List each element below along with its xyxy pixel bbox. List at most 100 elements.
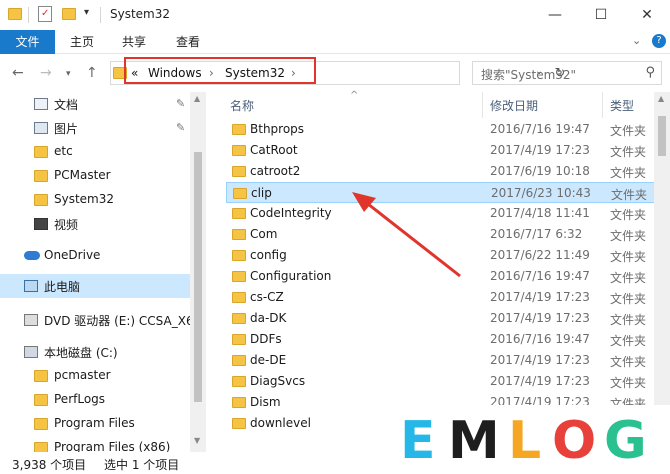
file-date: 2016/7/16 19:47 (490, 122, 590, 136)
navigation-bar: ← → ▾ ↑ « Windows › System32 › ⌄ ↻ 搜索"Sy… (0, 54, 670, 92)
file-name: Bthprops (250, 122, 305, 136)
nav-item-program-files-x86[interactable]: Program Files (x86) (0, 436, 190, 452)
column-header-name[interactable]: 名称 (230, 97, 254, 114)
chevron-down-icon[interactable]: ⌄ (632, 34, 641, 47)
tab-file[interactable]: 文件 (0, 30, 55, 54)
folder-icon (34, 194, 48, 206)
file-type: 文件夹 (610, 313, 647, 327)
table-row[interactable]: DiagSvcs 2017/4/19 17:23 文件夹 (226, 371, 656, 392)
nav-item-etc[interactable]: etc (0, 140, 190, 164)
folder-icon (34, 418, 48, 430)
folder-icon (232, 250, 246, 261)
file-list: ^ 名称 修改日期 类型 Bthprops 2016/7/16 19:47 文件夹 C… (206, 90, 670, 452)
pictures-icon (34, 122, 48, 134)
table-row[interactable]: de-DE 2017/4/19 17:23 文件夹 (226, 350, 656, 371)
nav-item-program-files[interactable]: Program Files (0, 412, 190, 436)
nav-item-documents[interactable]: 文档 ✎ (0, 92, 190, 116)
dvd-drive-icon (24, 314, 38, 326)
forward-arrow-icon[interactable]: → (40, 65, 52, 81)
watermark-letter: L (508, 411, 542, 471)
file-name: de-DE (250, 353, 287, 367)
file-name: cs-CZ (250, 290, 284, 304)
nav-item-label: DVD 驱动器 (E:) CCSA_X64 (44, 314, 202, 328)
column-header-type[interactable]: 类型 (610, 97, 634, 114)
table-row[interactable]: clip 2017/6/23 10:43 文件夹 (226, 182, 656, 203)
scroll-up-icon[interactable]: ▲ (194, 94, 200, 103)
nav-item-perflogs[interactable]: PerfLogs (0, 388, 190, 412)
scrollbar-thumb[interactable] (194, 152, 202, 402)
folder-icon (34, 170, 48, 182)
file-name: catroot2 (250, 164, 301, 178)
table-row[interactable]: Bthprops 2016/7/16 19:47 文件夹 (226, 119, 656, 140)
scroll-down-icon[interactable]: ▼ (194, 436, 200, 445)
nav-item-local-disk[interactable]: 本地磁盘 (C:) (0, 340, 190, 364)
tab-share[interactable]: 共享 (110, 30, 158, 54)
file-type: 文件夹 (610, 355, 647, 369)
table-row[interactable]: CatRoot 2017/4/19 17:23 文件夹 (226, 140, 656, 161)
table-row[interactable]: CodeIntegrity 2017/4/18 11:41 文件夹 (226, 203, 656, 224)
nav-item-pcmaster[interactable]: PCMaster (0, 164, 190, 188)
nav-item-label: pcmaster (54, 368, 111, 382)
file-name: CatRoot (250, 143, 298, 157)
nav-item-dvd-drive[interactable]: DVD 驱动器 (E:) CCSA_X64 (0, 308, 201, 332)
divider (28, 7, 29, 23)
search-input[interactable]: 搜索"System32" ⚲ (472, 61, 662, 85)
column-divider[interactable] (602, 92, 603, 118)
folder-icon (232, 313, 246, 324)
folder-icon (8, 8, 22, 20)
table-row[interactable]: config 2017/6/22 11:49 文件夹 (226, 245, 656, 266)
watermark-logo: E M L O G (378, 405, 670, 474)
pin-icon[interactable]: ✎ (176, 121, 185, 134)
nav-item-pcmaster-folder[interactable]: pcmaster (0, 364, 190, 388)
nav-item-label: System32 (54, 192, 115, 206)
table-row[interactable]: Com 2016/7/17 6:32 文件夹 (226, 224, 656, 245)
scrollbar-thumb[interactable] (658, 116, 666, 156)
file-type: 文件夹 (610, 334, 647, 348)
nav-item-videos[interactable]: 视频 (0, 212, 190, 236)
onedrive-icon (24, 251, 40, 260)
folder-icon (232, 166, 246, 177)
scroll-up-icon[interactable]: ▲ (658, 94, 664, 103)
nav-item-this-pc[interactable]: 此电脑 (0, 274, 190, 298)
nav-item-label: 文档 (54, 98, 79, 112)
tab-view[interactable]: 查看 (164, 30, 212, 54)
back-arrow-icon[interactable]: ← (12, 65, 24, 81)
folder-icon (232, 124, 246, 135)
file-scrollbar[interactable]: ▲ (654, 92, 670, 452)
folder-icon (232, 229, 246, 240)
documents-icon (34, 98, 48, 110)
table-row[interactable]: Configuration 2016/7/16 19:47 文件夹 (226, 266, 656, 287)
up-arrow-icon[interactable]: ↑ (86, 65, 98, 81)
new-folder-icon[interactable] (62, 8, 76, 20)
divider (100, 7, 101, 23)
column-header-date[interactable]: 修改日期 (490, 97, 538, 114)
close-button[interactable]: ✕ (624, 0, 670, 30)
customize-toolbar-icon[interactable]: ▾ (84, 7, 89, 18)
table-row[interactable]: DDFs 2016/7/16 19:47 文件夹 (226, 329, 656, 350)
file-date: 2017/4/18 11:41 (490, 206, 590, 220)
tab-home[interactable]: 主页 (58, 30, 106, 54)
nav-scrollbar[interactable]: ▲ ▼ (190, 92, 206, 452)
help-icon[interactable]: ? (652, 34, 666, 48)
nav-item-system32[interactable]: System32 (0, 188, 190, 212)
this-pc-icon (24, 280, 38, 292)
table-row[interactable]: catroot2 2017/6/19 10:18 文件夹 (226, 161, 656, 182)
file-name: downlevel (250, 416, 311, 430)
file-date: 2016/7/17 6:32 (490, 227, 583, 241)
pin-icon[interactable]: ✎ (176, 97, 185, 110)
nav-item-label: 此电脑 (44, 280, 81, 294)
nav-item-pictures[interactable]: 图片 ✎ (0, 116, 190, 140)
file-date: 2016/7/16 19:47 (490, 332, 590, 346)
maximize-button[interactable]: ☐ (578, 0, 624, 30)
table-row[interactable]: cs-CZ 2017/4/19 17:23 文件夹 (226, 287, 656, 308)
table-row[interactable]: da-DK 2017/4/19 17:23 文件夹 (226, 308, 656, 329)
folder-icon (232, 397, 246, 408)
watermark-letter: E (400, 411, 436, 471)
file-type: 文件夹 (610, 250, 647, 264)
properties-icon[interactable]: ✓ (38, 6, 52, 22)
nav-item-onedrive[interactable]: OneDrive (0, 244, 190, 268)
minimize-button[interactable]: — (532, 0, 578, 30)
file-date: 2017/4/19 17:23 (490, 290, 590, 304)
column-divider[interactable] (482, 92, 483, 118)
recent-locations-icon[interactable]: ▾ (66, 69, 71, 79)
